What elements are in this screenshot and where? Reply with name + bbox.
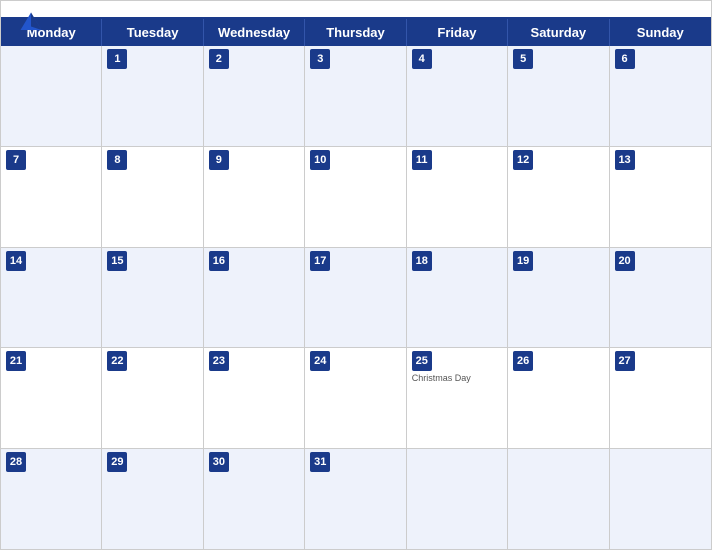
day-cell: 12	[508, 147, 609, 247]
day-number: 14	[6, 251, 26, 271]
day-number: 18	[412, 251, 432, 271]
day-cell: 19	[508, 248, 609, 348]
day-number: 21	[6, 351, 26, 371]
day-number: 28	[6, 452, 26, 472]
day-number: 10	[310, 150, 330, 170]
day-cell: 20	[610, 248, 711, 348]
day-cell: 22	[102, 348, 203, 448]
day-number: 9	[209, 150, 229, 170]
day-number: 8	[107, 150, 127, 170]
day-number: 4	[412, 49, 432, 69]
day-cell: 1	[102, 46, 203, 146]
weeks: 1234567891011121314151617181920212223242…	[1, 46, 711, 549]
day-cell: 21	[1, 348, 102, 448]
day-cell: 26	[508, 348, 609, 448]
week-row: 14 15 16 17 18 19 20	[1, 248, 711, 349]
day-cell: 30	[204, 449, 305, 549]
day-number: 7	[6, 150, 26, 170]
week-row: 1 2 3 4 5 6	[1, 46, 711, 147]
day-number: 29	[107, 452, 127, 472]
day-number: 1	[107, 49, 127, 69]
day-header-friday: Friday	[407, 19, 508, 46]
day-cell: 8	[102, 147, 203, 247]
day-cell: 4	[407, 46, 508, 146]
day-cell: 18	[407, 248, 508, 348]
day-cell	[407, 449, 508, 549]
day-cell: 7	[1, 147, 102, 247]
day-number: 26	[513, 351, 533, 371]
day-number: 30	[209, 452, 229, 472]
day-number: 11	[412, 150, 432, 170]
holiday-label: Christmas Day	[412, 373, 502, 383]
day-cell: 24	[305, 348, 406, 448]
day-cell: 5	[508, 46, 609, 146]
day-cell: 28	[1, 449, 102, 549]
day-header-tuesday: Tuesday	[102, 19, 203, 46]
day-number: 23	[209, 351, 229, 371]
day-cell: 23	[204, 348, 305, 448]
day-cell: 16	[204, 248, 305, 348]
day-number: 6	[615, 49, 635, 69]
week-row: 21 22 23 24 25 Christmas Day 26 27	[1, 348, 711, 449]
logo	[17, 9, 49, 37]
day-cell: 11	[407, 147, 508, 247]
day-number: 24	[310, 351, 330, 371]
day-number: 12	[513, 150, 533, 170]
week-row: 7 8 9 10 11 12 13	[1, 147, 711, 248]
day-headers: MondayTuesdayWednesdayThursdayFridaySatu…	[1, 19, 711, 46]
day-header-wednesday: Wednesday	[204, 19, 305, 46]
day-number: 27	[615, 351, 635, 371]
day-number: 25	[412, 351, 432, 371]
day-header-saturday: Saturday	[508, 19, 609, 46]
day-cell: 14	[1, 248, 102, 348]
day-number: 3	[310, 49, 330, 69]
day-cell: 13	[610, 147, 711, 247]
day-number: 19	[513, 251, 533, 271]
day-cell: 3	[305, 46, 406, 146]
day-number: 17	[310, 251, 330, 271]
day-header-sunday: Sunday	[610, 19, 711, 46]
day-cell: 31	[305, 449, 406, 549]
day-cell: 2	[204, 46, 305, 146]
day-cell	[508, 449, 609, 549]
day-number: 22	[107, 351, 127, 371]
day-cell: 6	[610, 46, 711, 146]
calendar-grid: MondayTuesdayWednesdayThursdayFridaySatu…	[1, 17, 711, 549]
day-header-thursday: Thursday	[305, 19, 406, 46]
day-cell: 29	[102, 449, 203, 549]
day-number: 13	[615, 150, 635, 170]
day-number: 20	[615, 251, 635, 271]
day-cell	[610, 449, 711, 549]
day-cell: 9	[204, 147, 305, 247]
day-cell: 10	[305, 147, 406, 247]
calendar-container: MondayTuesdayWednesdayThursdayFridaySatu…	[0, 0, 712, 550]
calendar-header	[1, 1, 711, 17]
day-number: 5	[513, 49, 533, 69]
day-cell	[1, 46, 102, 146]
day-number: 31	[310, 452, 330, 472]
day-number: 2	[209, 49, 229, 69]
day-cell: 15	[102, 248, 203, 348]
day-cell: 27	[610, 348, 711, 448]
day-cell: 25 Christmas Day	[407, 348, 508, 448]
day-number: 15	[107, 251, 127, 271]
day-cell: 17	[305, 248, 406, 348]
logo-icon	[17, 9, 45, 37]
day-number: 16	[209, 251, 229, 271]
week-row: 28 29 30 31	[1, 449, 711, 549]
